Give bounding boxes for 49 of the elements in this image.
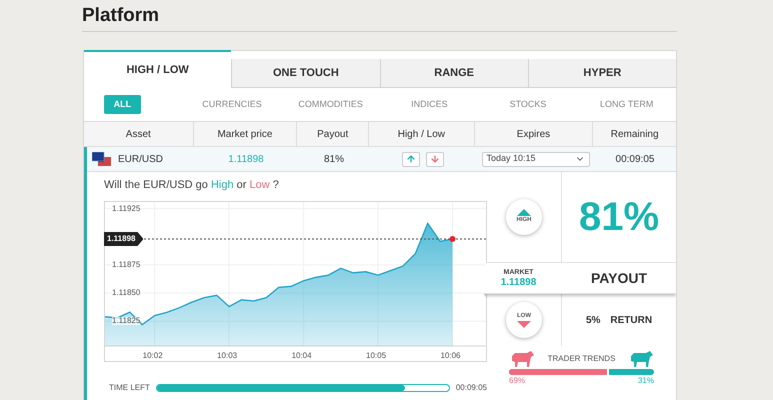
product-tab[interactable]: RANGE xyxy=(380,59,528,88)
up-triangle-icon xyxy=(517,209,531,216)
return-label: RETURN xyxy=(610,314,652,328)
x-axis-label: 10:06 xyxy=(440,352,461,360)
product-tab[interactable]: ONE TOUCH xyxy=(231,59,380,88)
market-price: 1.11898 xyxy=(227,152,265,166)
category-filter[interactable]: CURRENCIES xyxy=(198,94,266,114)
trader-trends-title: TRADER TRENDS xyxy=(548,353,616,365)
y-axis-label: 1.11850 xyxy=(112,289,140,298)
return-percent: 5% xyxy=(586,314,600,328)
down-arrow-icon xyxy=(430,154,440,164)
y-axis-label: 1.11825 xyxy=(112,317,140,326)
time-left-reading: 00:09:05 xyxy=(456,382,487,394)
product-tab[interactable]: HYPER xyxy=(528,59,676,88)
high-button[interactable] xyxy=(402,152,420,166)
x-axis-label: 10:05 xyxy=(366,352,386,360)
column-header: Asset xyxy=(84,122,194,146)
current-price-dot xyxy=(450,236,456,242)
current-price-tag: 1.11898 xyxy=(104,232,144,246)
payout-cell-text: 81% xyxy=(322,152,345,166)
market-value: 1.11898 xyxy=(500,276,536,288)
y-axis-label: 1.11925 xyxy=(112,204,140,213)
category-filter[interactable]: STOCKS xyxy=(506,94,550,114)
x-axis-label: 10:04 xyxy=(292,352,312,360)
low-trend-reading: 69% xyxy=(509,376,526,386)
column-header: Payout xyxy=(297,122,370,146)
category-filter[interactable]: INDICES xyxy=(407,94,452,114)
column-header: Market price xyxy=(194,122,298,146)
column-header: Expires xyxy=(474,122,594,146)
x-axis-label: 10:03 xyxy=(217,352,238,360)
time-left-label: TIME LEFT xyxy=(109,382,150,394)
high-trend-reading: 31% xyxy=(638,376,654,386)
expiry-dropdown[interactable]: Today 10:15 xyxy=(482,152,590,166)
flags-icon xyxy=(92,152,112,166)
x-axis-label: 10:02 xyxy=(142,352,163,360)
category-filter[interactable]: COMMODITIES xyxy=(294,94,367,114)
category-filter[interactable]: LONG TERM xyxy=(596,94,658,114)
up-arrow-icon xyxy=(406,154,416,164)
asset-name: EUR/USD xyxy=(118,152,164,166)
down-triangle-icon xyxy=(517,321,531,328)
payout-label: PAYOUT xyxy=(590,268,648,288)
column-header: Remaining xyxy=(610,128,660,142)
page-title: Platform xyxy=(82,5,160,27)
trade-question: Will the EUR/USD go High or Low ? xyxy=(104,178,280,192)
low-button[interactable] xyxy=(426,152,444,166)
column-header: High / Low xyxy=(369,122,475,146)
remaining-time: 00:09:05 xyxy=(614,152,656,166)
payout-percent: 81% xyxy=(578,194,660,241)
y-axis-label: 1.11875 xyxy=(112,260,140,269)
